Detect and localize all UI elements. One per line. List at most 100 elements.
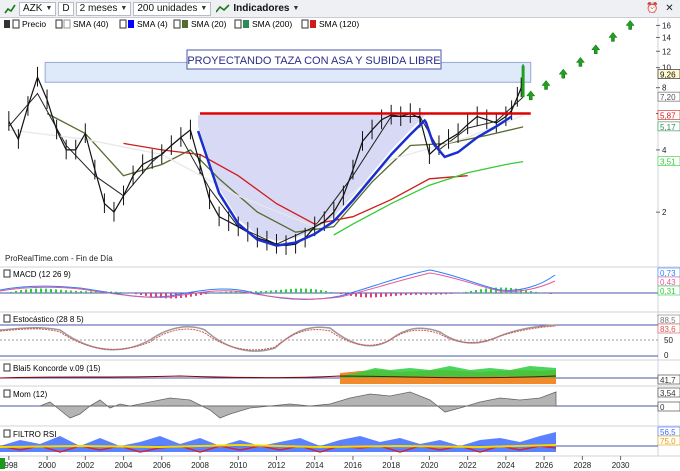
y-tick-label: 0 <box>664 351 669 360</box>
stochastic-k <box>0 324 557 352</box>
value-tag-label: 83,6 <box>660 325 676 334</box>
up-arrow-icon <box>526 90 536 101</box>
macd-histogram-bar <box>135 293 137 295</box>
sma40-swatch <box>63 19 71 29</box>
macd-histogram-bar <box>255 291 257 293</box>
value-tag-label: 0,73 <box>660 269 676 278</box>
stochastic-panel: Estocástico (28 8 5) <box>0 314 658 357</box>
momentum-area <box>39 391 557 419</box>
macd-histogram-bar <box>115 291 117 293</box>
macd-histogram-bar <box>435 293 437 295</box>
macd-histogram-bar <box>290 288 292 293</box>
macd-histogram-bar <box>390 293 392 297</box>
checkbox-icon[interactable] <box>3 389 11 398</box>
macd-histogram-bar <box>310 288 312 293</box>
macd-histogram-bar <box>385 293 387 297</box>
macd-histogram-bar <box>30 288 32 293</box>
x-tick-label: 2010 <box>229 461 247 470</box>
macd-histogram-bar <box>485 288 487 293</box>
macd-histogram-bar <box>340 293 342 295</box>
value-tag-label: 0 <box>660 403 665 412</box>
x-tick-label: 2012 <box>268 461 286 470</box>
macd-histogram-bar <box>260 291 262 293</box>
y-tick-label: 4 <box>662 146 667 155</box>
momentum-title: Mom (12) <box>13 390 48 399</box>
value-tag-label: 3,51 <box>660 158 676 167</box>
value-tag-label: 5,17 <box>660 123 676 132</box>
checkbox-icon[interactable] <box>301 19 309 29</box>
macd-histogram-bar <box>370 293 372 298</box>
koncorde-right-labels: 41,7 <box>657 374 680 385</box>
x-tick-label: 2000 <box>38 461 56 470</box>
macd-histogram-bar <box>425 293 427 295</box>
macd-right-labels: 0,730,430,31 <box>657 267 680 296</box>
macd-histogram-bar <box>150 293 152 297</box>
value-tag-label: 0,31 <box>660 287 676 296</box>
macd-histogram-bar <box>375 293 377 298</box>
value-tag-label: 75,0 <box>660 437 676 446</box>
value-tag-label: 3,54 <box>660 389 676 398</box>
legend-sma4: SMA (4) <box>137 19 168 29</box>
macd-histogram-bar <box>300 288 302 293</box>
koncorde-title: Blai5 Koncorde v.09 (15) <box>13 364 101 373</box>
macd-histogram-bar <box>410 293 412 295</box>
rsi-filter-panel: FILTRO RSI <box>0 429 658 453</box>
price-swatch <box>4 20 10 28</box>
x-tick-label: 2024 <box>497 461 515 470</box>
x-tick-label: 2030 <box>612 461 630 470</box>
checkbox-icon[interactable] <box>3 363 11 372</box>
up-arrow-icon <box>558 68 568 79</box>
checkbox-icon[interactable] <box>3 314 11 323</box>
sma120-swatch <box>310 20 316 28</box>
macd-title: MACD (12 26 9) <box>13 270 71 279</box>
macd-histogram-bar <box>325 290 327 293</box>
stochastic-title: Estocástico (28 8 5) <box>13 315 84 324</box>
macd-histogram-bar <box>295 288 297 293</box>
macd-histogram-bar <box>280 289 282 293</box>
macd-histogram-bar <box>45 288 47 293</box>
price-legend: Precio SMA (40) SMA (4) SMA (20) SMA (20… <box>4 19 359 29</box>
x-axis: 1998 2000 2002 2004 2006 2008 2010 2012 2014 2016… <box>0 456 630 470</box>
sma20-swatch <box>182 20 188 28</box>
x-tick-label: 2004 <box>115 461 133 470</box>
annotation-text: PROYECTANDO TAZA CON ASA Y SUBIDA LIBRE <box>187 55 440 67</box>
macd-signal-line <box>0 272 556 300</box>
scroll-left-handle[interactable] <box>0 458 5 469</box>
y-tick-label: 2 <box>662 208 667 217</box>
checkbox-icon[interactable] <box>3 429 11 438</box>
macd-histogram-bar <box>70 290 72 293</box>
macd-histogram-bar <box>380 293 382 298</box>
macd-histogram-bar <box>270 290 272 293</box>
up-arrow-icon <box>608 32 618 42</box>
checkbox-icon[interactable] <box>12 19 20 29</box>
x-tick-label: 2006 <box>153 461 171 470</box>
source-note: ProRealTime.com - Fin de Día <box>5 254 113 263</box>
value-tag-label: 9,26 <box>660 71 676 80</box>
macd-histogram-bar <box>320 290 322 293</box>
checkbox-icon[interactable] <box>234 19 242 29</box>
macd-histogram-bar <box>470 290 472 293</box>
checkbox-icon[interactable] <box>3 269 11 278</box>
sma200-swatch <box>243 20 249 28</box>
checkbox-icon[interactable] <box>173 19 181 29</box>
value-tag-label: 88,5 <box>660 316 676 325</box>
macd-histogram-bar <box>25 289 27 293</box>
y-tick-label: 14 <box>662 33 671 42</box>
checkbox-icon[interactable] <box>55 19 63 29</box>
macd-histogram-bar <box>365 293 367 298</box>
macd-histogram-bar <box>230 291 232 293</box>
rsi-right-labels: 56,575,0 <box>657 426 680 446</box>
annotation-box: PROYECTANDO TAZA CON ASA Y SUBIDA LIBRE <box>186 49 442 70</box>
macd-histogram-bar <box>120 292 122 293</box>
macd-histogram-bar <box>440 293 442 295</box>
value-tag-label: 41,7 <box>660 376 676 385</box>
macd-histogram-bar <box>465 291 467 293</box>
value-tag-label: 0,43 <box>660 278 676 287</box>
macd-histogram-bar <box>85 291 87 293</box>
macd-histogram-bar <box>75 290 77 293</box>
panel-frames <box>0 17 680 457</box>
macd-histogram-bar <box>90 291 92 293</box>
chart-canvas: Precio SMA (40) SMA (4) SMA (20) SMA (20… <box>0 17 680 470</box>
y-tick-label: 12 <box>662 47 671 56</box>
checkbox-icon[interactable] <box>119 19 127 29</box>
